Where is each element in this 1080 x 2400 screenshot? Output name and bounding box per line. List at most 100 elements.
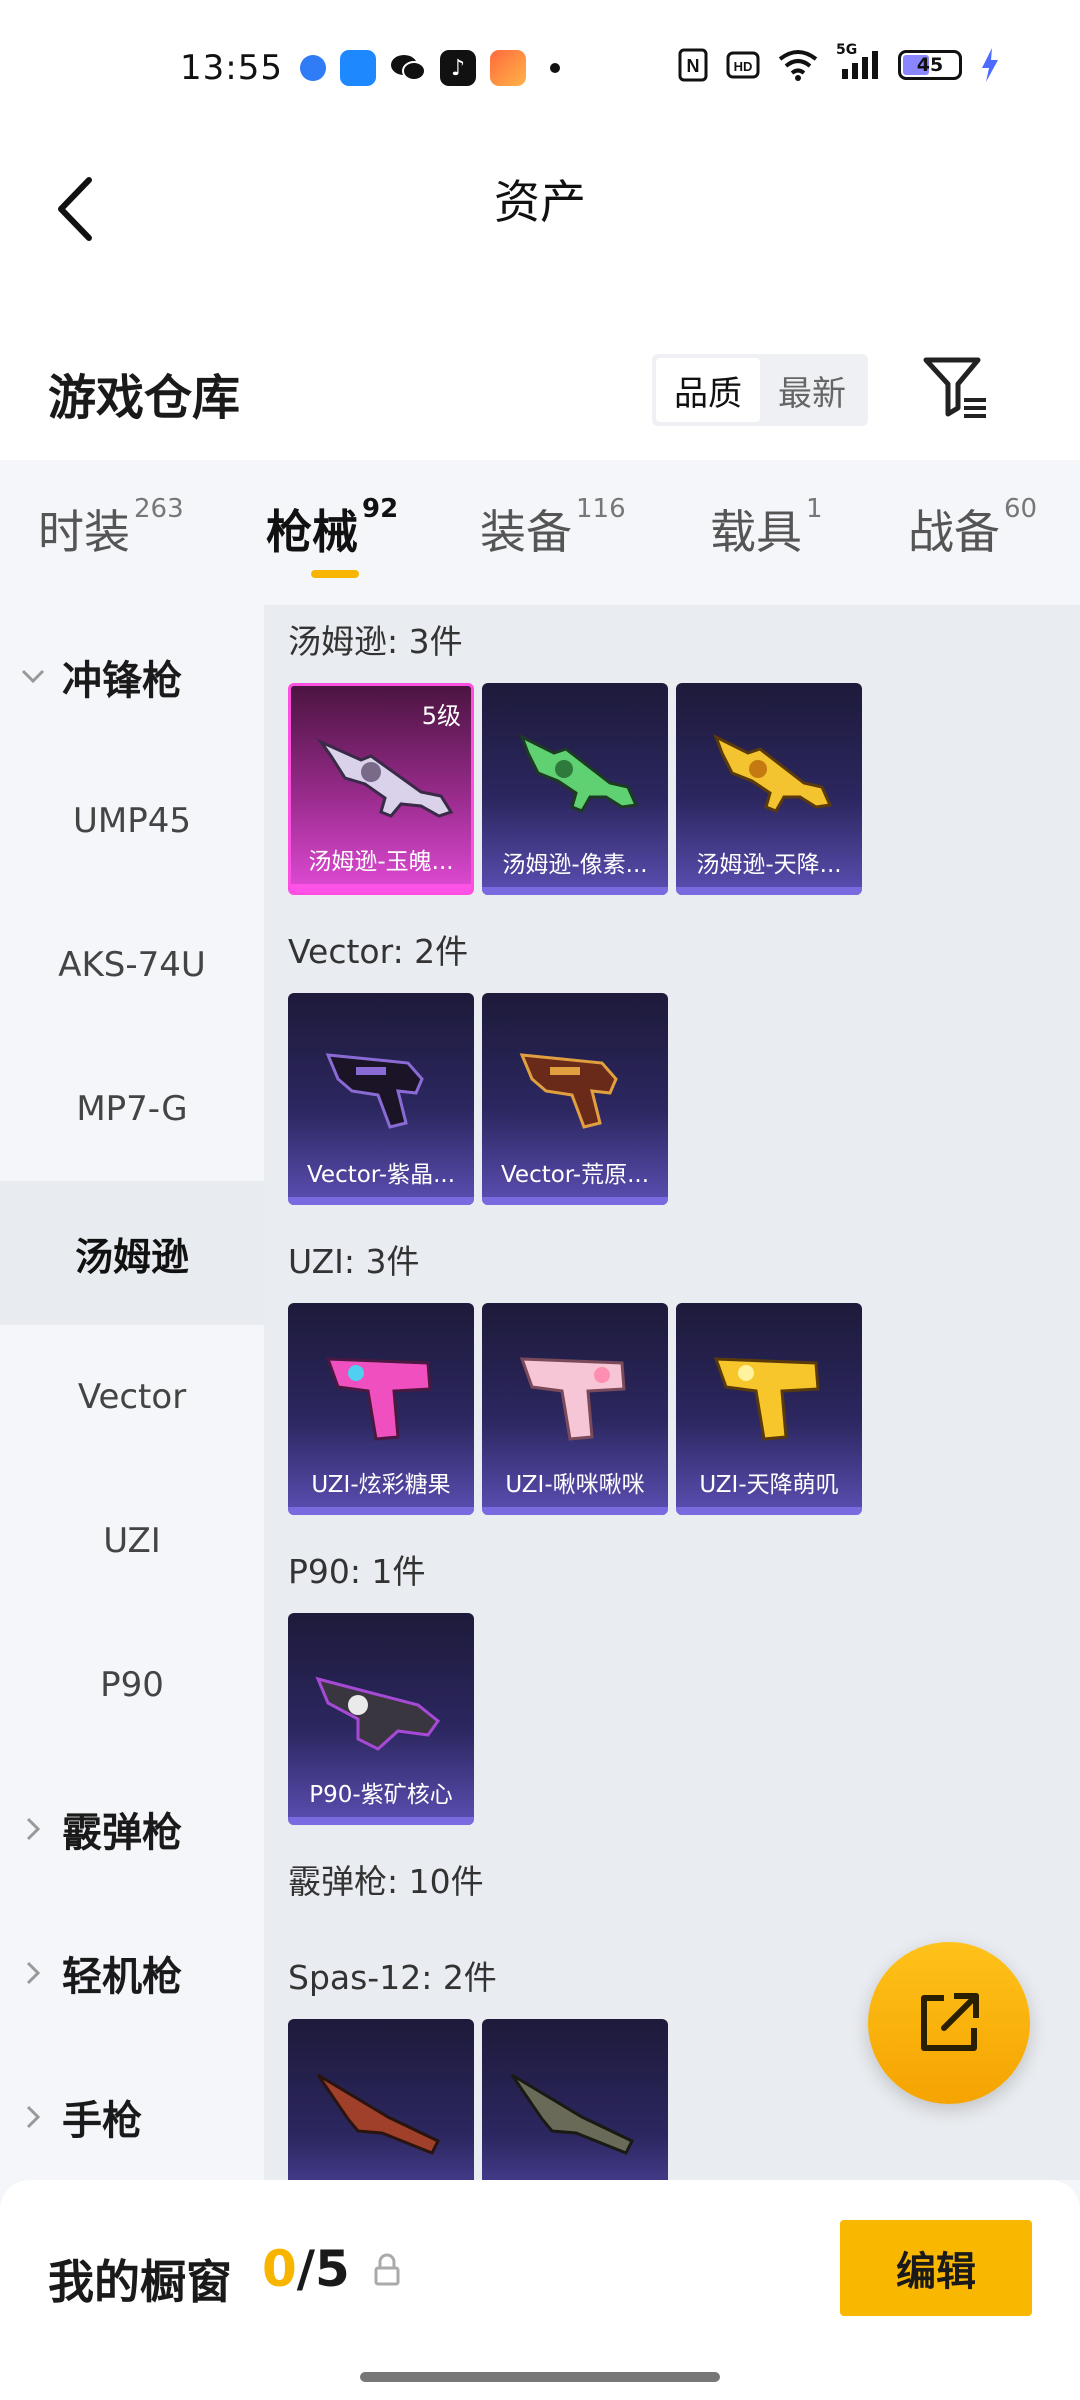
filter-button[interactable] — [920, 352, 990, 422]
tab-firearms[interactable]: 枪械 92 — [266, 494, 399, 562]
signal-icon: 5G — [836, 42, 880, 82]
active-tab-indicator — [311, 570, 359, 578]
battery-level: 45 — [916, 54, 944, 76]
uzi-gun-icon — [519, 1357, 626, 1441]
edit-button[interactable]: 编辑 — [840, 2220, 1032, 2316]
tab-label: 时装 — [38, 505, 130, 559]
tab-fashion[interactable]: 时装 263 — [38, 494, 184, 562]
sidebar-item-uzi[interactable]: UZI — [0, 1469, 264, 1613]
group-label-uzi: UZI: 3件 — [288, 1242, 420, 1281]
tommy-gun-icon — [713, 733, 833, 813]
sort-by-quality[interactable]: 品质 — [656, 358, 760, 422]
nfc-icon: N — [678, 48, 708, 82]
rarity-bar — [482, 1197, 668, 1205]
category-tabs: 时装 263 枪械 92 装备 116 载具 1 战备 60 — [0, 460, 1080, 605]
sidebar-item-mp7g[interactable]: MP7-G — [0, 1037, 264, 1181]
group-label-spas12: Spas-12: 2件 — [288, 1958, 497, 1997]
chevron-right-icon — [18, 1814, 48, 1844]
weapon-name: 汤姆逊-玉魄... — [308, 849, 454, 875]
hd-icon: HD — [726, 48, 760, 82]
weapon-name: Vector-荒原... — [500, 1162, 650, 1188]
shotgun-icon — [316, 2073, 441, 2155]
tab-count: 1 — [806, 494, 823, 524]
sidebar-item-ump45[interactable]: UMP45 — [0, 749, 264, 893]
shotgun-icon — [510, 2073, 635, 2155]
tab-label: 战备 — [908, 505, 1000, 559]
weapon-card[interactable] — [288, 2019, 474, 2180]
group-label-p90: P90: 1件 — [288, 1552, 426, 1591]
lock-icon — [374, 2253, 400, 2286]
weapon-card[interactable]: UZI-啾咪啾咪 — [482, 1303, 668, 1515]
weapon-name: Vector-紫晶... — [306, 1162, 456, 1188]
tab-vehicles[interactable]: 载具 1 — [710, 494, 823, 562]
warehouse-header: 游戏仓库 品质 最新 — [0, 300, 1080, 460]
rarity-bar — [482, 887, 668, 895]
rarity-bar — [676, 1507, 862, 1515]
vector-gun-icon — [325, 1053, 424, 1129]
showcase-current: 0 — [262, 2240, 297, 2298]
tab-label: 枪械 — [266, 505, 358, 559]
game-app-icon — [490, 50, 526, 86]
tab-equipment[interactable]: 装备 116 — [480, 494, 626, 562]
charging-icon — [980, 48, 1000, 82]
weapon-card[interactable]: Vector-荒原... — [482, 993, 668, 1205]
svg-text:HD: HD — [734, 59, 753, 74]
tab-count: 60 — [1004, 494, 1038, 524]
sidebar-group-shotgun[interactable]: 霰弹枪 — [18, 1757, 182, 1901]
status-bar: 13:55 ♪ N HD 5G 45 — [0, 0, 1080, 140]
weapon-name: UZI-炫彩糖果 — [311, 1472, 451, 1498]
rarity-bar — [482, 1507, 668, 1515]
rarity-bar — [288, 1817, 474, 1825]
rarity-bar — [676, 887, 862, 895]
chevron-right-icon — [18, 1958, 48, 1988]
weapon-card[interactable]: Vector-紫晶... — [288, 993, 474, 1205]
tab-count: 92 — [362, 494, 399, 524]
assets-page: 13:55 ♪ N HD 5G 45 资产 游戏仓库 品质 最新 时装 263 … — [0, 0, 1080, 2400]
weapon-card[interactable]: UZI-炫彩糖果 — [288, 1303, 474, 1515]
group-label-vector: Vector: 2件 — [288, 932, 469, 971]
tab-label: 载具 — [710, 505, 802, 559]
sidebar-group-lmg[interactable]: 轻机枪 — [18, 1901, 182, 2045]
warehouse-title: 游戏仓库 — [48, 370, 241, 426]
share-fab-button[interactable] — [868, 1942, 1030, 2104]
tab-count: 116 — [576, 494, 626, 524]
home-indicator[interactable] — [360, 2372, 720, 2382]
weapon-card[interactable]: P90-紫矿核心 — [288, 1613, 474, 1825]
sidebar-item-aks74u[interactable]: AKS-74U — [0, 893, 264, 1037]
sort-toggle: 品质 最新 — [652, 354, 868, 426]
app-header: 资产 — [0, 140, 1080, 300]
group-label-shotgun: 霰弹枪: 10件 — [288, 1862, 484, 1901]
tab-supplies[interactable]: 战备 60 — [908, 494, 1038, 562]
showcase-bar: 我的橱窗 0/5 编辑 — [0, 2180, 1080, 2400]
status-icons: N HD 5G 45 — [678, 42, 1000, 82]
showcase-count: 0/5 — [262, 2240, 350, 2298]
weapon-card[interactable]: 5级 汤姆逊-玉魄... — [288, 683, 474, 895]
rarity-bar — [288, 1197, 474, 1205]
app-notification-icon — [340, 50, 376, 86]
weapon-name: 汤姆逊-像素... — [502, 852, 648, 878]
sidebar-group-smg[interactable]: 冲锋枪 — [18, 605, 182, 749]
weapon-name: UZI-啾咪啾咪 — [505, 1472, 645, 1498]
rarity-bar — [291, 884, 471, 892]
weapon-name: UZI-天降萌叽 — [699, 1472, 839, 1498]
wechat-icon — [390, 50, 426, 86]
sidebar-group-pistol[interactable]: 手枪 — [18, 2045, 142, 2189]
network-type: 5G — [836, 42, 858, 58]
showcase-total: /5 — [296, 2240, 350, 2298]
app-notification-icon — [300, 55, 326, 81]
page-title: 资产 — [494, 175, 586, 229]
sidebar-group-label: 霰弹枪 — [62, 1810, 182, 1856]
sort-by-newest[interactable]: 最新 — [760, 358, 864, 422]
group-label-thompson: 汤姆逊: 3件 — [288, 622, 463, 661]
sidebar-item-thompson[interactable]: 汤姆逊 — [0, 1181, 264, 1325]
svg-text:N: N — [687, 56, 700, 76]
chevron-down-icon — [18, 662, 48, 692]
weapon-card[interactable] — [482, 2019, 668, 2180]
tommy-gun-icon — [316, 738, 454, 818]
uzi-gun-icon — [325, 1357, 432, 1441]
weapon-card[interactable]: 汤姆逊-像素... — [482, 683, 668, 895]
weapon-card[interactable]: 汤姆逊-天降... — [676, 683, 862, 895]
sidebar-item-p90[interactable]: P90 — [0, 1613, 264, 1757]
sidebar-item-vector[interactable]: Vector — [0, 1325, 264, 1469]
weapon-card[interactable]: UZI-天降萌叽 — [676, 1303, 862, 1515]
